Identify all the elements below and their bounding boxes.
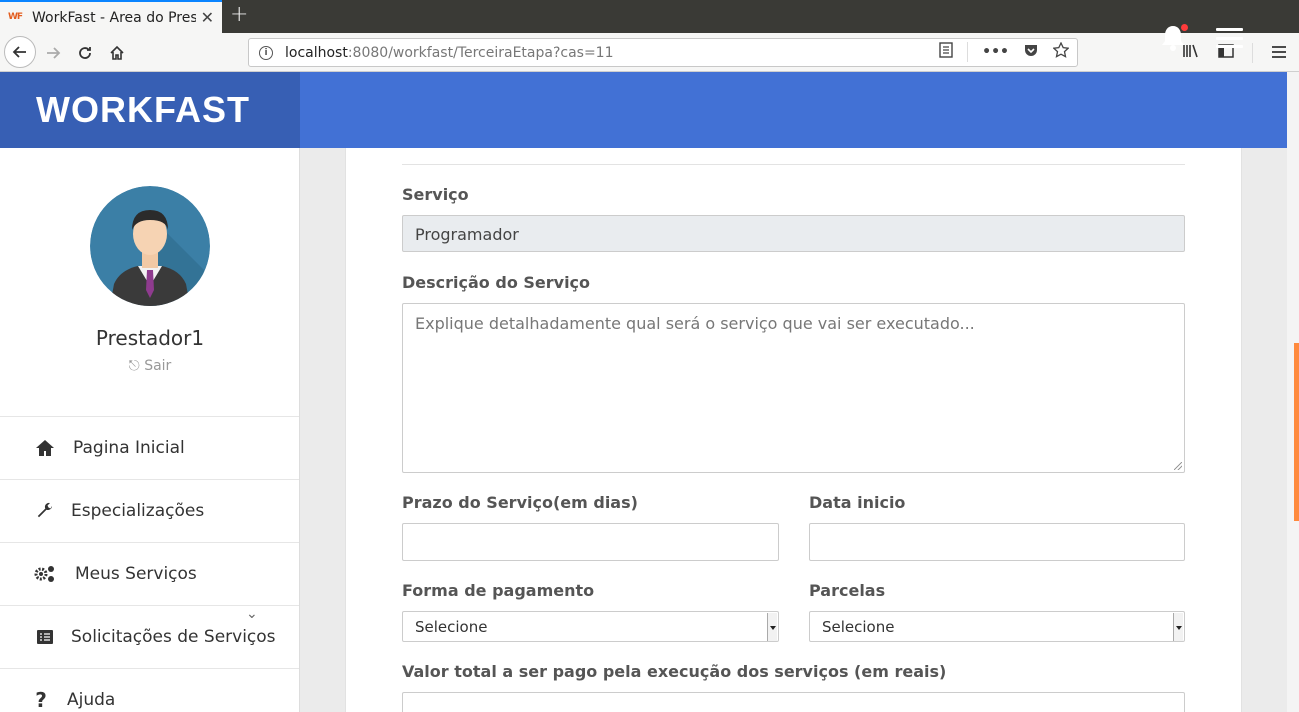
pagamento-label: Forma de pagamento [402,581,595,600]
dropdown-arrow-icon [767,613,777,641]
parcelas-select[interactable]: Selecione [809,611,1185,642]
url-text: localhost:8080/workfast/TerceiraEtapa?ca… [285,45,614,61]
brand-logo[interactable]: WORKFAST [0,72,300,148]
more-icon[interactable]: ••• [982,44,1009,60]
sign-out-icon: ⎋ [128,358,140,374]
hamburger-line [1216,28,1243,31]
notification-dot [1181,24,1188,31]
parcelas-selected: Selecione [822,618,895,636]
brand-text: WORKFAST [36,89,250,130]
parcelas-label: Parcelas [809,581,886,600]
close-tab-icon[interactable]: ✕ [201,8,214,27]
reader-view-icon[interactable] [939,42,953,62]
sidebar-item-label: Pagina Inicial [73,438,185,458]
servico-value: Programador [415,225,519,244]
bookmark-star-icon[interactable] [1052,41,1070,62]
back-arrow-icon[interactable] [4,36,36,68]
avatar [90,186,210,306]
data-inicio-label: Data inicio [809,493,906,512]
question-icon: ? [35,688,47,712]
wrench-icon [34,500,56,522]
toolbar-divider [1252,43,1253,63]
app-header: WORKFAST [0,72,1287,148]
sidebar-item-pagina-inicial[interactable]: Pagina Inicial [0,416,299,479]
browser-tab-bar: WF WorkFast - Area do Prest ✕ + [0,0,1299,33]
new-tab-icon[interactable]: + [230,2,248,27]
pocket-icon[interactable] [1023,42,1039,62]
resize-handle-icon[interactable] [1174,462,1182,470]
hamburger-menu-icon[interactable] [1216,28,1243,48]
prazo-input[interactable] [402,523,779,561]
logout-label: Sair [144,358,172,374]
sidebar-item-solicitacoes[interactable]: ⌄ Solicitações de Serviços [0,605,299,668]
forward-arrow-icon[interactable] [38,38,68,68]
gears-icon [34,563,56,585]
sidebar-item-label: Meus Serviços [75,564,197,584]
sidebar-item-label: Ajuda [67,690,116,710]
browser-tab[interactable]: WF WorkFast - Area do Prest ✕ [0,0,222,33]
tab-title: WorkFast - Area do Prest [32,9,196,26]
info-icon[interactable]: i [259,45,273,60]
servico-label: Serviço [402,185,469,204]
pagamento-select[interactable]: Selecione [402,611,779,642]
browser-navbar: i localhost:8080/workfast/TerceiraEtapa?… [0,33,1299,72]
reload-icon[interactable] [70,38,100,68]
url-host: localhost [285,44,348,61]
divider [402,164,1185,165]
sidebar-item-label: Solicitações de Serviços [71,627,276,647]
valor-label: Valor total a ser pago pela execução dos… [402,662,947,681]
sidebar-item-especializacoes[interactable]: Especializações [0,479,299,542]
sidebar-menu: Pagina Inicial Especializações Meus Serv… [0,416,299,712]
menu-icon[interactable] [1271,44,1287,63]
list-icon [34,626,56,648]
favicon-icon: WF [8,11,23,22]
home-icon [34,437,56,459]
chevron-down-icon[interactable]: ⌄ [246,606,258,622]
sidebar-item-label: Especializações [71,501,205,521]
url-divider [967,42,969,62]
prazo-label: Prazo do Serviço(em dias) [402,493,638,512]
valor-input[interactable] [402,692,1185,712]
url-bar[interactable]: i localhost:8080/workfast/TerceiraEtapa?… [248,38,1078,67]
descricao-placeholder: Explique detalhadamente qual será o serv… [415,314,975,333]
sidebar: Prestador1 ⎋ Sair Pagina Inicial Especia… [0,148,300,712]
pagamento-selected: Selecione [415,618,488,636]
home-icon[interactable] [102,38,132,68]
hamburger-line [1216,45,1243,48]
hamburger-line [1216,36,1243,40]
logout-link[interactable]: ⎋ Sair [0,358,300,374]
user-name: Prestador1 [95,326,205,350]
descricao-textarea[interactable]: Explique detalhadamente qual será o serv… [402,303,1185,473]
descricao-label: Descrição do Serviço [402,273,591,292]
url-path: :8080/workfast/TerceiraEtapa?cas=11 [347,44,614,61]
data-inicio-input[interactable] [809,523,1185,561]
servico-field: Programador [402,215,1185,252]
scrollbar-thumb[interactable] [1294,343,1299,521]
dropdown-arrow-icon [1173,613,1183,641]
sidebar-item-meus-servicos[interactable]: Meus Serviços [0,542,299,605]
sidebar-item-ajuda[interactable]: ? Ajuda [0,668,299,712]
